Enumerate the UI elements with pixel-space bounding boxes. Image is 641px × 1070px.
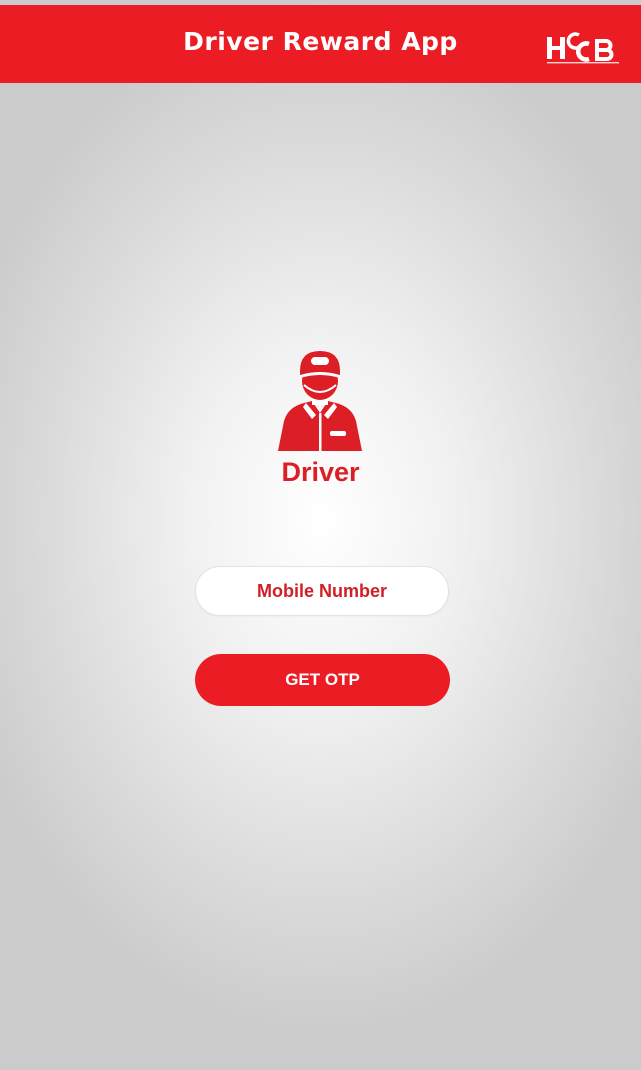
hccb-logo-icon [545, 31, 623, 67]
mobile-number-input[interactable]: Mobile Number [195, 566, 449, 616]
get-otp-button[interactable]: GET OTP [195, 654, 450, 706]
app-screen: Driver Reward App Driver Mobile Number G… [0, 0, 641, 1070]
role-section: Driver [0, 345, 641, 495]
app-header: Driver Reward App [0, 5, 641, 83]
driver-icon [270, 345, 370, 453]
role-label: Driver [281, 457, 360, 487]
